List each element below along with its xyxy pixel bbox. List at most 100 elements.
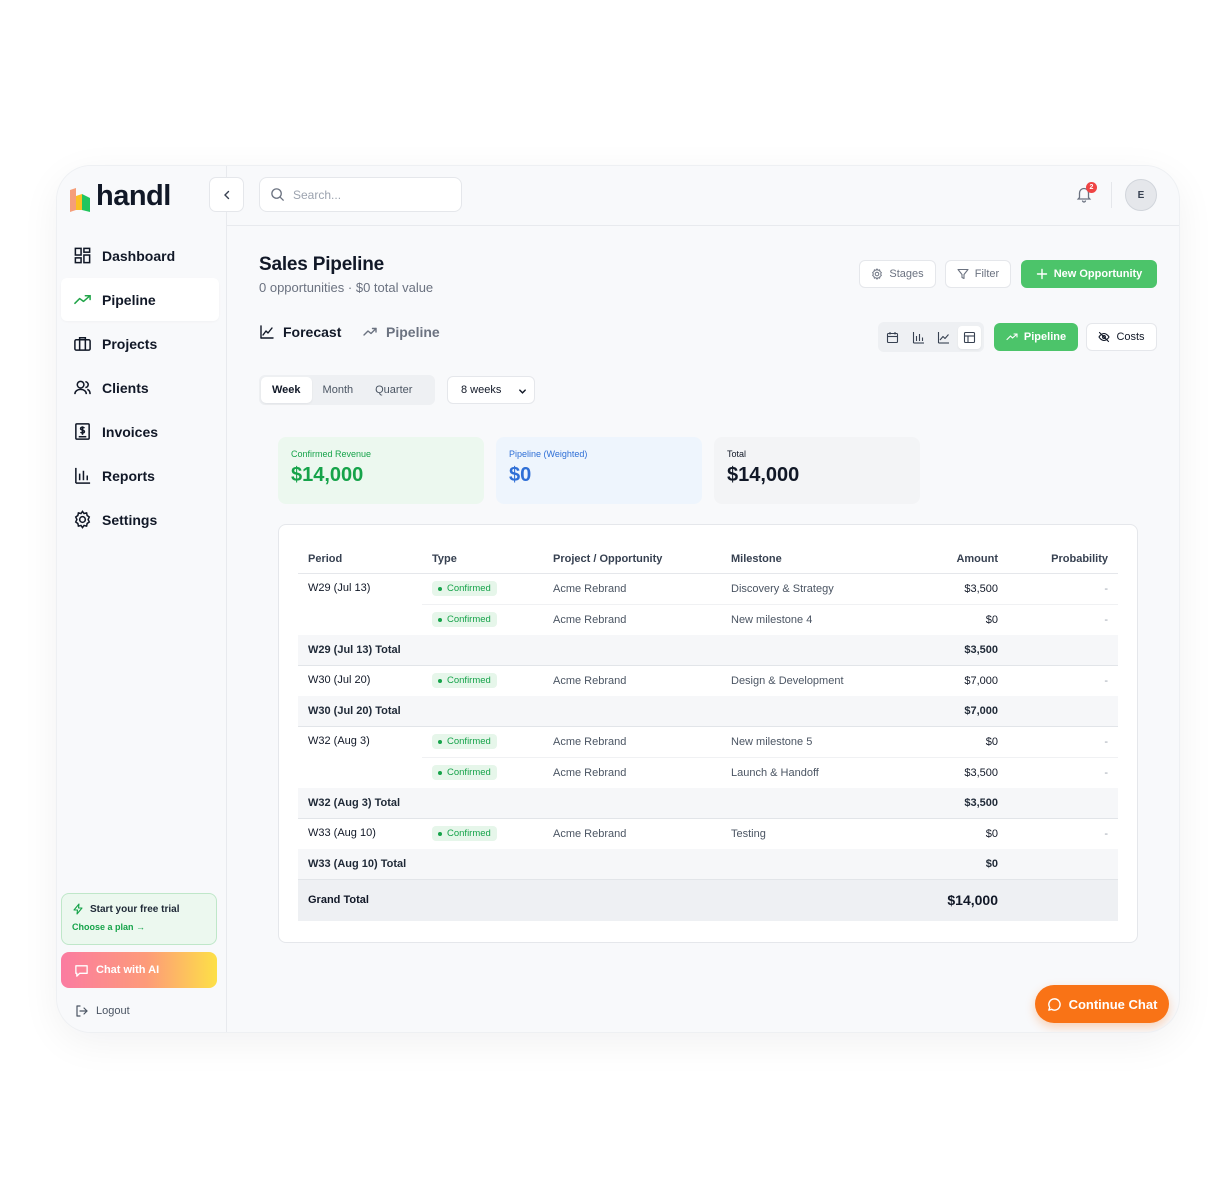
period-week-option[interactable]: Week xyxy=(261,377,312,403)
line-chart-icon xyxy=(260,325,274,339)
lightning-icon xyxy=(73,903,83,915)
amount-cell: $0 xyxy=(985,613,998,626)
logout-icon xyxy=(76,1005,88,1017)
period-month-option[interactable]: Month xyxy=(312,377,365,403)
table-row[interactable]: W32 (Aug 3) Confirmed Acme Rebrand New m… xyxy=(298,726,1118,758)
sidebar-item-projects[interactable]: Projects xyxy=(61,322,219,365)
sidebar-item-reports[interactable]: Reports xyxy=(61,454,219,497)
period-cell: W29 (Jul 13) xyxy=(308,581,371,594)
type-cell: Confirmed xyxy=(422,604,543,635)
users-icon xyxy=(74,380,91,395)
choose-plan-link[interactable]: Choose a plan → xyxy=(72,922,206,932)
search-box[interactable] xyxy=(259,177,462,212)
forecast-table-card: Period Type Project / Opportunity Milest… xyxy=(278,524,1138,943)
chevron-left-icon xyxy=(223,190,229,199)
column-header[interactable]: Probability xyxy=(1008,545,1118,574)
tab-forecast-label: Forecast xyxy=(283,324,342,340)
confirmed-badge: Confirmed xyxy=(432,581,497,596)
receipt-icon xyxy=(75,423,90,440)
pipeline-weighted-card: Pipeline (Weighted) $0 xyxy=(496,437,702,504)
page-title: Sales Pipeline xyxy=(259,254,384,275)
total-card: Total $14,000 xyxy=(714,437,920,504)
avatar[interactable]: E xyxy=(1125,179,1157,211)
probability-cell: - xyxy=(1008,573,1118,605)
period-total-label: W30 (Jul 20) Total xyxy=(298,696,896,727)
line-chart-icon xyxy=(938,331,950,344)
costs-toggle-button[interactable]: Costs xyxy=(1086,323,1157,351)
sidebar-nav: Dashboard Pipeline Projects Clients Invo… xyxy=(61,234,219,542)
badge-text: Confirmed xyxy=(447,767,491,779)
project-cell: Acme Rebrand xyxy=(553,766,627,779)
logout-button[interactable]: Logout xyxy=(75,1004,130,1018)
new-opportunity-button[interactable]: New Opportunity xyxy=(1021,260,1157,288)
probability-cell: - xyxy=(1104,674,1108,687)
period-total-row: W32 (Aug 3) Total $3,500 xyxy=(298,788,1118,819)
sidebar-item-label: Projects xyxy=(102,335,158,352)
filter-icon xyxy=(957,268,969,280)
table-row[interactable]: W30 (Jul 20) Confirmed Acme Rebrand Desi… xyxy=(298,665,1118,696)
tab-pipeline[interactable]: Pipeline xyxy=(362,324,440,340)
period-quarter-option[interactable]: Quarter xyxy=(364,377,423,403)
sidebar-item-dashboard[interactable]: Dashboard xyxy=(61,234,219,277)
main-content: Sales Pipeline 0 opportunities · $0 tota… xyxy=(227,227,1179,1032)
confirmed-badge: Confirmed xyxy=(432,673,497,689)
calendar-view-button[interactable] xyxy=(881,326,904,349)
milestone-cell: New milestone 4 xyxy=(731,613,813,626)
table-row[interactable]: W29 (Jul 13) Confirmed Acme Rebrand Disc… xyxy=(298,573,1118,605)
column-header[interactable]: Milestone xyxy=(721,545,896,574)
continue-chat-button[interactable]: Continue Chat xyxy=(1035,985,1169,1023)
period-total-row: W30 (Jul 20) Total $7,000 xyxy=(298,696,1118,727)
line-chart-view-button[interactable] xyxy=(933,326,956,349)
period-total-amount: $7,000 xyxy=(896,696,1008,727)
collapse-sidebar-button[interactable] xyxy=(209,177,244,212)
period-total-label: W29 (Jul 13) Total xyxy=(298,635,896,666)
dashboard-icon xyxy=(74,247,91,264)
logo-text: handl xyxy=(96,180,171,212)
column-header[interactable]: Type xyxy=(422,545,543,574)
badge-text: Confirmed xyxy=(447,828,491,840)
empty-cell xyxy=(1008,788,1118,819)
sidebar-item-pipeline[interactable]: Pipeline xyxy=(61,278,219,321)
card-label: Total xyxy=(727,449,747,459)
period-range-select[interactable]: 8 weeks xyxy=(447,376,535,404)
topbar: 2 E xyxy=(209,166,1179,226)
badge-text: Confirmed xyxy=(447,736,491,747)
table-view-button[interactable] xyxy=(958,325,981,349)
type-cell: Confirmed xyxy=(422,757,543,788)
search-input[interactable] xyxy=(293,187,443,202)
sidebar-item-label: Reports xyxy=(102,467,155,484)
project-cell: Acme Rebrand xyxy=(553,827,627,840)
stages-label: Stages xyxy=(889,268,924,280)
logo[interactable]: handl xyxy=(68,180,171,213)
tab-pipeline-label: Pipeline xyxy=(386,324,440,340)
sidebar-item-clients[interactable]: Clients xyxy=(61,366,219,409)
sidebar-item-label: Invoices xyxy=(102,423,159,440)
filter-button[interactable]: Filter xyxy=(945,260,1011,288)
sidebar-item-label: Pipeline xyxy=(102,291,156,308)
amount-cell: $3,500 xyxy=(964,766,998,779)
column-header[interactable]: Amount xyxy=(896,545,1008,574)
trial-title-text: Start your free trial xyxy=(90,903,180,915)
chat-with-ai-button[interactable]: Chat with AI xyxy=(61,952,217,988)
table-row[interactable]: W33 (Aug 10) Confirmed Acme Rebrand Test… xyxy=(298,818,1118,849)
column-header[interactable]: Project / Opportunity xyxy=(543,545,721,574)
tab-forecast[interactable]: Forecast xyxy=(259,324,341,340)
sidebar-item-invoices[interactable]: Invoices xyxy=(61,410,219,453)
column-header[interactable]: Period xyxy=(298,545,422,574)
confirmed-badge: Confirmed xyxy=(432,612,497,628)
period-cell: W32 (Aug 3) xyxy=(308,734,370,747)
notifications-button[interactable]: 2 xyxy=(1075,182,1097,203)
topbar-divider xyxy=(1111,182,1112,208)
sidebar-item-label: Clients xyxy=(102,379,149,396)
badge-text: Confirmed xyxy=(447,675,491,687)
project-cell: Acme Rebrand xyxy=(543,573,721,605)
pipeline-toggle-button[interactable]: Pipeline xyxy=(994,323,1078,351)
stages-button[interactable]: Stages xyxy=(859,260,936,288)
costs-toggle-label: Costs xyxy=(1116,331,1145,343)
free-trial-banner[interactable]: Start your free trial Choose a plan → xyxy=(61,893,217,945)
period-granularity-switcher: Week Month Quarter xyxy=(259,375,435,405)
sidebar-item-settings[interactable]: Settings xyxy=(61,498,219,541)
bar-chart-view-button[interactable] xyxy=(907,326,930,349)
amount-cell: $0 xyxy=(985,827,998,840)
table-icon xyxy=(964,331,976,343)
